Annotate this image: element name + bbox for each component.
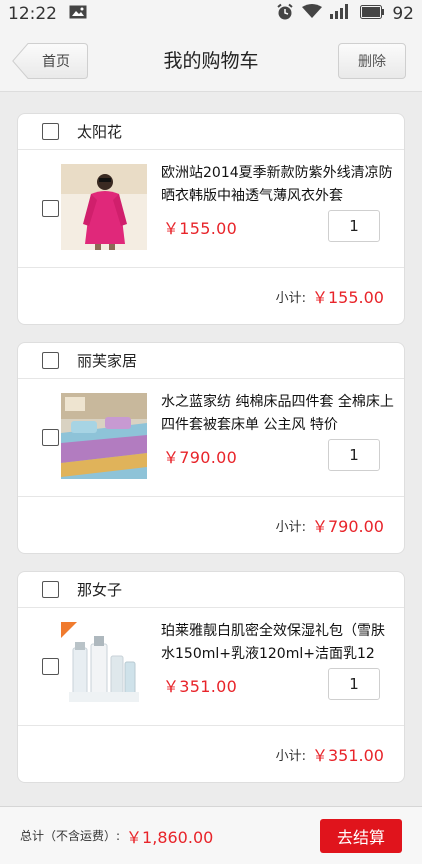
cart-item: 珀莱雅靓白肌密全效保湿礼包（雪肤水150ml+乳液120ml+洁面乳12 ￥35…	[18, 608, 404, 726]
product-image[interactable]	[61, 164, 147, 250]
subtotal-label: 小计:	[275, 290, 306, 306]
subtotal-value: ￥790.00	[312, 517, 384, 536]
checkout-bar: 总计（不含运费）: ￥1,860.00 去结算	[0, 806, 422, 864]
shop-name: 那女子	[77, 581, 123, 599]
product-price: ￥790.00	[163, 448, 238, 467]
item-checkbox[interactable]	[42, 429, 59, 446]
signal-icon	[330, 4, 352, 24]
status-time: 12:22	[8, 4, 57, 24]
subtotal-value: ￥351.00	[312, 746, 384, 765]
shop-header: 丽芙家居	[18, 343, 404, 379]
product-price: ￥351.00	[163, 677, 238, 696]
total-value: ￥1,860.00	[126, 827, 214, 847]
shop-header: 那女子	[18, 572, 404, 608]
wifi-icon	[302, 4, 323, 24]
quantity-input[interactable]: 1	[328, 439, 380, 471]
product-photo-bedding	[61, 393, 147, 479]
shop-header: 太阳花	[18, 114, 404, 150]
subtotal-label: 小计:	[275, 519, 306, 535]
quantity-input[interactable]: 1	[328, 668, 380, 700]
total-label: 总计（不含运费）:	[20, 829, 121, 843]
shop-checkbox[interactable]	[42, 352, 59, 369]
product-photo-pink-coat	[61, 164, 147, 250]
subtotal-value: ￥155.00	[312, 288, 384, 307]
alarm-icon	[276, 3, 294, 26]
image-icon	[69, 4, 87, 24]
shop-card: 那女子 珀莱雅靓白肌密全效保湿礼包（雪肤水150ml+乳液120ml+洁面乳12…	[17, 571, 405, 783]
shop-checkbox[interactable]	[42, 581, 59, 598]
checkout-button[interactable]: 去结算	[320, 819, 402, 853]
battery-level: 92	[392, 4, 414, 24]
item-checkbox[interactable]	[42, 658, 59, 675]
shop-card: 太阳花 欧洲站2014夏季新款防紫外线清凉防晒衣韩版中袖透气薄风衣外套 ￥155…	[17, 113, 405, 325]
subtotal-row: 小计: ￥155.00	[18, 268, 404, 324]
item-checkbox[interactable]	[42, 200, 59, 217]
nav-bar: 首页 我的购物车 删除	[0, 28, 422, 92]
cart-item: 水之蓝家纺 纯棉床品四件套 全棉床上四件套被套床单 公主风 特价 ￥790.00…	[18, 379, 404, 497]
product-image[interactable]	[61, 393, 147, 479]
subtotal-row: 小计: ￥790.00	[18, 497, 404, 553]
subtotal-label: 小计:	[275, 748, 306, 764]
product-image[interactable]	[61, 622, 147, 708]
product-title[interactable]: 欧洲站2014夏季新款防紫外线清凉防晒衣韩版中袖透气薄风衣外套	[161, 162, 397, 208]
quantity-input[interactable]: 1	[328, 210, 380, 242]
delete-button[interactable]: 删除	[338, 43, 406, 79]
product-title[interactable]: 水之蓝家纺 纯棉床品四件套 全棉床上四件套被套床单 公主风 特价	[161, 391, 397, 437]
subtotal-row: 小计: ￥351.00	[18, 726, 404, 782]
shop-checkbox[interactable]	[42, 123, 59, 140]
product-photo-skincare	[61, 622, 147, 708]
battery-icon	[360, 4, 385, 24]
shop-card: 丽芙家居 水之蓝家纺 纯棉床品四件套 全棉床上四件套被套床单 公主风 特价 ￥7…	[17, 342, 405, 554]
product-title[interactable]: 珀莱雅靓白肌密全效保湿礼包（雪肤水150ml+乳液120ml+洁面乳12	[161, 620, 397, 666]
shop-name: 太阳花	[77, 123, 123, 141]
cart-item: 欧洲站2014夏季新款防紫外线清凉防晒衣韩版中袖透气薄风衣外套 ￥155.00 …	[18, 150, 404, 268]
shop-name: 丽芙家居	[77, 352, 138, 370]
product-price: ￥155.00	[163, 219, 238, 238]
status-bar: 12:22 92	[0, 0, 422, 28]
